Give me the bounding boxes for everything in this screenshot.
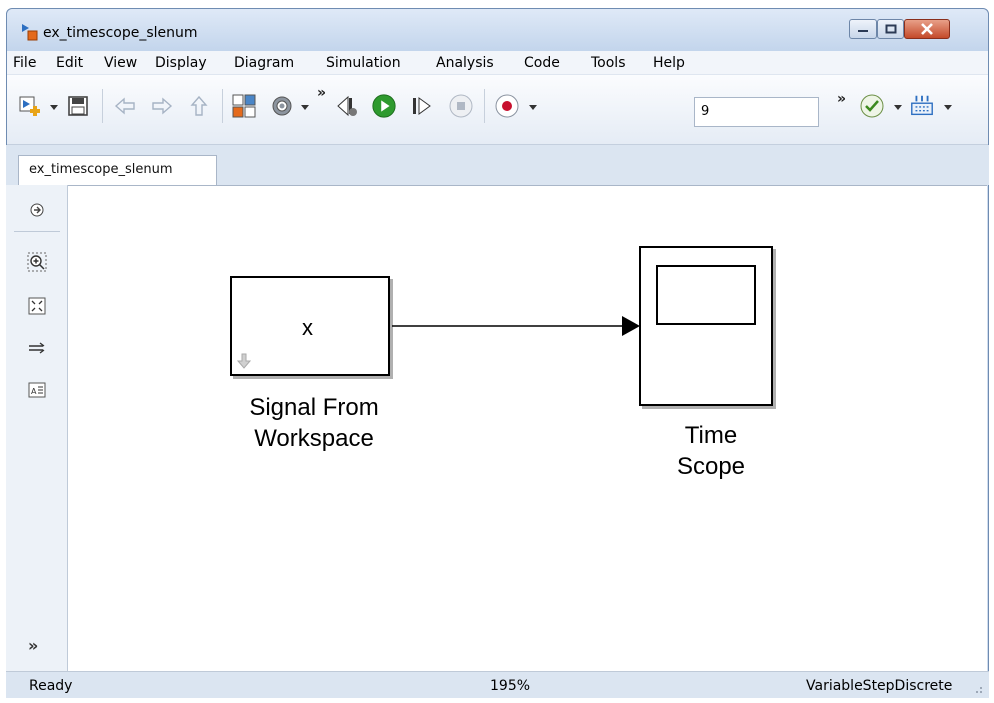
step-forward-button[interactable] bbox=[409, 93, 435, 119]
maximize-icon bbox=[885, 24, 896, 34]
settings-dropdown[interactable] bbox=[301, 105, 309, 110]
menu-edit[interactable]: Edit bbox=[56, 55, 83, 71]
new-model-icon bbox=[19, 96, 40, 116]
check-dropdown[interactable] bbox=[894, 105, 902, 110]
menu-analysis[interactable]: Analysis bbox=[436, 55, 494, 71]
build-button[interactable] bbox=[909, 93, 935, 119]
toolbar-overflow-chevron-2[interactable]: » bbox=[837, 91, 846, 107]
forward-icon bbox=[152, 97, 173, 115]
up-icon bbox=[190, 95, 208, 116]
model-window: ex_timescope_slenum File Edit View Displ… bbox=[6, 8, 989, 698]
toolbar-overflow-chevron[interactable]: » bbox=[317, 85, 326, 101]
back-button[interactable] bbox=[112, 93, 138, 119]
save-button[interactable] bbox=[65, 93, 91, 119]
save-icon bbox=[68, 96, 88, 116]
back-icon bbox=[114, 97, 135, 115]
minimize-icon bbox=[858, 30, 868, 32]
menu-diagram[interactable]: Diagram bbox=[234, 55, 294, 71]
close-button[interactable] bbox=[904, 19, 950, 39]
menu-tools[interactable]: Tools bbox=[591, 55, 626, 71]
run-button[interactable] bbox=[371, 93, 397, 119]
menu-simulation[interactable]: Simulation bbox=[326, 55, 401, 71]
menu-view[interactable]: View bbox=[104, 55, 137, 71]
menu-help[interactable]: Help bbox=[653, 55, 685, 71]
check-icon bbox=[860, 94, 884, 118]
settings-button[interactable] bbox=[269, 93, 295, 119]
new-model-button[interactable] bbox=[17, 93, 43, 119]
library-browser-button[interactable] bbox=[231, 93, 257, 119]
stop-time-input[interactable]: 9 bbox=[694, 97, 819, 127]
menu-code[interactable]: Code bbox=[524, 55, 560, 71]
stop-icon bbox=[449, 94, 473, 118]
close-icon bbox=[921, 23, 933, 35]
record-dropdown[interactable] bbox=[529, 105, 537, 110]
library-browser-icon bbox=[232, 94, 256, 118]
settings-icon bbox=[272, 96, 292, 116]
forward-button[interactable] bbox=[149, 93, 175, 119]
build-dropdown[interactable] bbox=[944, 105, 952, 110]
step-forward-icon bbox=[413, 97, 431, 115]
step-back-icon bbox=[337, 95, 357, 117]
build-icon bbox=[911, 95, 933, 116]
check-button[interactable] bbox=[859, 93, 885, 119]
minimize-button[interactable] bbox=[849, 19, 877, 39]
maximize-button[interactable] bbox=[877, 19, 904, 39]
toolbar: » » bbox=[7, 75, 988, 145]
simulink-model-icon bbox=[22, 24, 38, 41]
record-icon bbox=[495, 94, 519, 118]
menu-bar: File Edit View Display Diagram Simulatio… bbox=[7, 51, 988, 75]
menu-file[interactable]: File bbox=[13, 55, 36, 71]
record-button[interactable] bbox=[494, 93, 520, 119]
up-button[interactable] bbox=[186, 93, 212, 119]
run-icon bbox=[372, 94, 396, 118]
menu-display[interactable]: Display bbox=[155, 55, 207, 71]
window-title: ex_timescope_slenum bbox=[43, 25, 198, 41]
title-bar: ex_timescope_slenum bbox=[7, 9, 988, 51]
new-model-dropdown[interactable] bbox=[50, 105, 58, 110]
step-back-button[interactable] bbox=[334, 93, 360, 119]
stop-button[interactable] bbox=[448, 93, 474, 119]
